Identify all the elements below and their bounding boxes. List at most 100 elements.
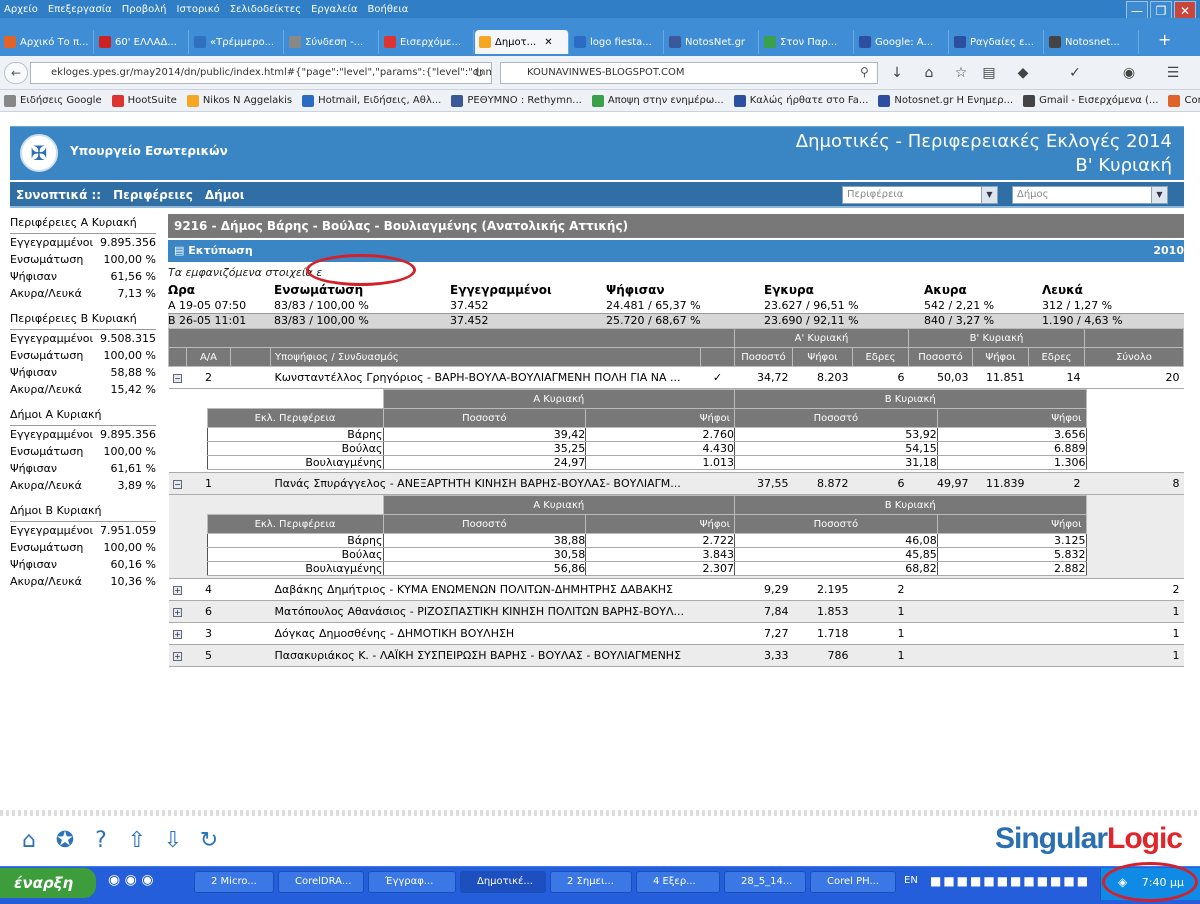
eu-flag-icon[interactable]: ✪ (50, 826, 80, 856)
arrow-down-icon[interactable]: ⇩ (158, 826, 188, 856)
nav-link[interactable]: Συνοπτικά :: (16, 188, 101, 202)
new-tab-icon[interactable]: + (1158, 30, 1171, 49)
candidate-total: 20 (1084, 366, 1184, 389)
taskbar-item[interactable]: 28_5_14... (724, 871, 806, 893)
back-icon[interactable]: ← (4, 62, 28, 84)
tab-close-icon[interactable]: ✕ (544, 37, 552, 48)
browser-tab[interactable]: Google: Α... (855, 30, 949, 54)
candidate-b-seats (1028, 578, 1085, 601)
browser-tab[interactable]: Σύνδεση -... (285, 30, 379, 54)
browser-tab[interactable]: Αρχικό Το π... (0, 30, 94, 54)
ministry-logo-icon: ✠ (20, 134, 58, 172)
star-icon[interactable]: ☆ (952, 64, 970, 82)
municipality-select[interactable]: Δήμος ▼ (1012, 186, 1168, 204)
stat-value: 61,56 % (110, 270, 156, 283)
collapse-icon[interactable]: − (173, 480, 182, 489)
browser-tab[interactable]: Εισερχόμε... (380, 30, 474, 54)
menu-item[interactable]: Σελιδοδείκτες (230, 4, 301, 15)
expand-icon[interactable]: + (173, 608, 182, 617)
sidebar-stat-row: Εγγεγραμμένοι 7.951.059 (10, 522, 156, 539)
stat-label: Ακυρα/Λευκά (10, 383, 82, 396)
bookmark-item[interactable]: Control Panel (1168, 94, 1200, 107)
menu-item[interactable]: Βοήθεια (368, 4, 409, 15)
extension-icon[interactable]: ◆ (1014, 64, 1032, 82)
taskbar-item[interactable]: Δημοτικέ... (460, 871, 546, 893)
candidate-name[interactable]: Κωνσταντέλλος Γρηγόριος - ΒΑΡΗ-ΒΟΥΛΑ-ΒΟΥ… (270, 366, 701, 389)
annotation-circle (1102, 862, 1198, 902)
taskbar-item[interactable]: EN (900, 871, 928, 893)
nav-link[interactable]: Περιφέρειες (113, 188, 193, 202)
menu-item[interactable]: Αρχείο (4, 4, 38, 15)
start-button[interactable]: έναρξη (0, 868, 96, 898)
browser-tab[interactable]: Notosnet... (1045, 30, 1139, 54)
candidate-b-votes: 11.839 (972, 472, 1029, 495)
help-icon[interactable]: ? (86, 826, 116, 856)
browser-tab[interactable]: «Τρέμμερο... (190, 30, 284, 54)
addon-icon[interactable]: ◉ (1120, 64, 1138, 82)
download-icon[interactable]: ↓ (888, 64, 906, 82)
taskbar-item[interactable]: 4 Εξερ... (636, 871, 720, 893)
menu-item[interactable]: Προβολή (122, 4, 167, 15)
taskbar-item[interactable]: 2 Micro... (194, 871, 274, 893)
taskbar-item[interactable]: Corel PH... (810, 871, 896, 893)
browser-tab[interactable]: logo fiesta... (570, 30, 664, 54)
search-icon[interactable]: ⚲ (860, 65, 869, 79)
browser-tab[interactable]: Στον Παρ... (760, 30, 854, 54)
collapse-icon[interactable]: − (173, 374, 182, 383)
menu-item[interactable]: Εργαλεία (311, 4, 357, 15)
browser-tab[interactable]: NotosNet.gr (665, 30, 759, 54)
bookmark-item[interactable]: Ειδήσεις Google (4, 94, 102, 107)
taskbar-item[interactable]: Έγγραφ... (368, 871, 456, 893)
chevron-down-icon[interactable]: ▼ (1151, 187, 1167, 203)
district-row: Βάρης 39,42 2.760 53,92 3.656 (206, 427, 1087, 442)
expand-icon[interactable]: + (173, 586, 182, 595)
sidebar-stat-row: Ψήφισαν 61,61 % (10, 460, 156, 477)
print-link[interactable]: Εκτύπωση (188, 244, 252, 257)
menu-item[interactable]: Ιστορικό (177, 4, 220, 15)
bookmark-item[interactable]: Notosnet.gr Η Ενημερ... (878, 94, 1013, 107)
search-bar[interactable]: KOUNAVINWES-BLOGSPOT.COM (500, 62, 878, 84)
browser-tab[interactable]: Δημοτ... ✕ (475, 30, 569, 54)
bookmark-item[interactable]: HootSuite (111, 94, 177, 107)
candidate-name[interactable]: Πανάς Σπυράγγελος - ΑΝΕΞΑΡΤΗΤΗ ΚΙΝΗΣΗ ΒΑ… (270, 472, 701, 495)
tab-favicon-icon (384, 36, 396, 48)
bookmark-item[interactable]: Nikos N Aggelakis (186, 94, 292, 107)
summary-row: B 26-05 11:01 83/83 / 100,00 % 37.452 25.72… (168, 312, 1184, 329)
reload-icon[interactable]: ↻ (474, 66, 484, 80)
candidate-total: 8 (1084, 472, 1184, 495)
browser-tab[interactable]: Ραγδαίες ε... (950, 30, 1044, 54)
tab-label: Εισερχόμε... (400, 36, 461, 48)
arrow-up-icon[interactable]: ⇧ (122, 826, 152, 856)
refresh-icon[interactable]: ↻ (194, 826, 224, 856)
bookmark-item[interactable]: Gmail - Εισερχόμενα (... (1023, 94, 1158, 107)
tool-icon[interactable]: ✓ (1066, 64, 1084, 82)
browser-tab[interactable]: 60' ΕΛΛΑΔ... (95, 30, 189, 54)
home-icon[interactable]: ⌂ (14, 826, 44, 856)
stat-label: Ακυρα/Λευκά (10, 479, 82, 492)
taskbar-item[interactable]: 2 Σημει... (550, 871, 632, 893)
quicklaunch-icon[interactable]: ◉ ◉ ◉ (108, 872, 154, 888)
bookmark-item[interactable]: Αποψη στην ενημέρω... (591, 94, 724, 107)
district-table: Α Κυριακή Β Κυριακή Εκλ. Περιφέρεια Ποσοστό… (206, 495, 1087, 576)
candidate-name[interactable]: Δόγκας Δημοσθένης - ΔΗΜΟΤΙΚΗ ΒΟΥΛΗΣΗ (270, 622, 701, 645)
print-icon[interactable]: ▤ (174, 244, 184, 257)
taskbar-item[interactable]: CorelDRA... (278, 871, 364, 893)
menu-icon[interactable]: ☰ (1164, 64, 1182, 82)
expand-icon[interactable]: + (173, 652, 182, 661)
sidebar-group-title: Περιφέρειες Β Κυριακή (10, 312, 156, 330)
nav-link[interactable]: Δήμοι (205, 188, 245, 202)
candidate-name[interactable]: Πασακυριάκος Κ. - ΛΑΪΚΗ ΣΥΣΠΕΙΡΩΣΗ ΒΑΡΗΣ… (270, 644, 701, 667)
candidate-name[interactable]: Δαβάκης Δημήτριος - ΚΥΜΑ ΕΝΩΜΕΝΩΝ ΠΟΛΙΤΩ… (270, 578, 701, 601)
url-bar[interactable]: ekloges.ypes.gr/may2014/dn/public/index.… (30, 62, 492, 84)
year-label: 2010 (1153, 244, 1184, 257)
bookmark-item[interactable]: Hotmail, Ειδήσεις, Αθλ... (302, 94, 441, 107)
menu-item[interactable]: Επεξεργασία (48, 4, 112, 15)
region-select[interactable]: Περιφέρεια ▼ (842, 186, 998, 204)
bookmark-item[interactable]: ΡΕΘΥΜΝΟ : Rethymn... (451, 94, 582, 107)
chevron-down-icon[interactable]: ▼ (981, 187, 997, 203)
candidate-name[interactable]: Ματόπουλος Αθανάσιος - ΡΙΖΟΣΠΑΣΤΙΚΗ ΚΙΝΗ… (270, 600, 701, 623)
home-icon[interactable]: ⌂ (920, 64, 938, 82)
expand-icon[interactable]: + (173, 630, 182, 639)
bookmark-item[interactable]: Καλώς ήρθατε στο Fa... (733, 94, 868, 107)
bookmarks-icon[interactable]: ▤ (980, 64, 998, 82)
